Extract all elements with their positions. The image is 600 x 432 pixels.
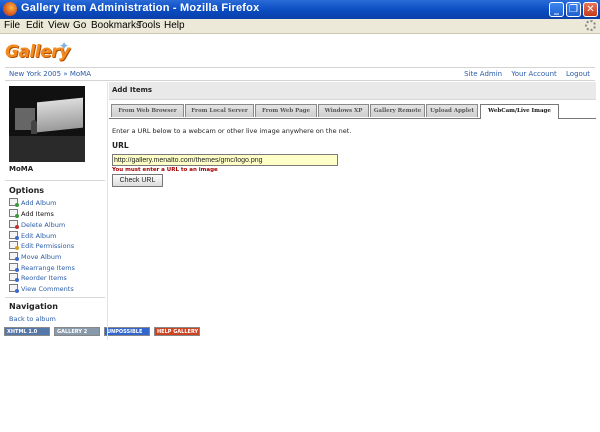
tab-windows-xp[interactable]: Windows XP <box>318 104 369 117</box>
option-add-album[interactable]: Add Album <box>9 198 56 208</box>
option-label: Move Album <box>21 253 62 261</box>
menu-tools[interactable]: Tools <box>137 20 160 31</box>
window-title-bar: Gallery Item Administration - Mozilla Fi… <box>0 0 600 19</box>
window-title: Gallery Item Administration - Mozilla Fi… <box>21 2 260 14</box>
column-divider <box>107 82 108 340</box>
add-items-icon <box>9 209 19 218</box>
gallery-logo[interactable]: Gallery ✦ <box>5 39 70 66</box>
option-label: Add Album <box>21 199 57 207</box>
option-label: View Comments <box>21 285 74 293</box>
your-account-link[interactable]: Your Account <box>511 70 556 78</box>
options-heading: Options <box>9 186 45 195</box>
tab-webcam-live-image[interactable]: WebCam/Live Image <box>480 104 559 119</box>
option-label: Add Items <box>21 210 54 218</box>
menu-file[interactable]: File <box>4 20 20 31</box>
page-title: Add Items <box>112 86 153 94</box>
logout-link[interactable]: Logout <box>566 70 590 78</box>
delete-album-icon <box>9 220 19 229</box>
badge-gallery[interactable]: GALLERY 2 <box>54 327 100 336</box>
breadcrumb: New York 2005 » MoMA <box>9 70 91 78</box>
back-to-album-link[interactable]: Back to album <box>9 315 56 323</box>
maximize-button[interactable]: ❐ <box>566 2 581 17</box>
tab-bar: From Web Browser From Local Server From … <box>109 104 596 119</box>
main-header: Add Items <box>109 82 596 100</box>
firefox-icon <box>3 2 17 16</box>
breadcrumb-album-link[interactable]: New York 2005 <box>9 70 61 78</box>
breadcrumb-separator: » <box>63 70 68 78</box>
divider <box>5 297 105 298</box>
option-view-comments[interactable]: View Comments <box>9 284 74 294</box>
tab-from-web-browser[interactable]: From Web Browser <box>111 104 184 117</box>
breadcrumb-current[interactable]: MoMA <box>70 70 91 78</box>
option-delete-album[interactable]: Delete Album <box>9 220 65 230</box>
close-button[interactable]: ✕ <box>583 2 598 17</box>
option-label: Delete Album <box>21 221 66 229</box>
view-comments-icon <box>9 284 19 293</box>
thumbnail-detail <box>31 120 37 134</box>
reorder-items-icon <box>9 273 19 282</box>
divider <box>5 80 595 81</box>
edit-album-icon <box>9 231 19 240</box>
option-reorder-items[interactable]: Reorder Items <box>9 273 67 283</box>
move-album-icon <box>9 252 19 261</box>
url-input[interactable] <box>112 154 338 166</box>
menu-help[interactable]: Help <box>164 20 185 31</box>
add-album-icon <box>9 198 19 207</box>
option-label: Reorder Items <box>21 274 67 282</box>
sparkle-icon: ✦ <box>59 39 70 53</box>
album-thumbnail[interactable] <box>9 86 85 162</box>
option-move-album[interactable]: Move Album <box>9 252 61 262</box>
site-admin-link[interactable]: Site Admin <box>464 70 502 78</box>
tab-upload-applet[interactable]: Upload Applet <box>426 104 478 117</box>
instruction-text: Enter a URL below to a webcam or other l… <box>112 127 352 135</box>
menu-bar: File Edit View Go Bookmarks Tools Help <box>0 19 600 34</box>
option-edit-album[interactable]: Edit Album <box>9 231 56 241</box>
rearrange-items-icon <box>9 263 19 272</box>
menu-go[interactable]: Go <box>73 20 86 31</box>
tab-gallery-remote[interactable]: Gallery Remote <box>370 104 425 117</box>
edit-permissions-icon <box>9 241 19 250</box>
tab-from-local-server[interactable]: From Local Server <box>185 104 254 117</box>
option-add-items[interactable]: Add Items <box>9 209 54 219</box>
badge-unpossible[interactable]: UNPOSSIBLE <box>104 327 150 336</box>
badge-xhtml[interactable]: XHTML 1.0 <box>4 327 50 336</box>
option-label: Edit Permissions <box>21 242 75 250</box>
option-edit-permissions[interactable]: Edit Permissions <box>9 241 74 251</box>
check-url-button[interactable]: Check URL <box>112 174 163 187</box>
menu-view[interactable]: View <box>48 20 70 31</box>
option-rearrange-items[interactable]: Rearrange Items <box>9 263 75 273</box>
minimize-button[interactable]: _ <box>549 2 564 17</box>
url-label: URL <box>112 141 129 150</box>
error-message: You must enter a URL to an image <box>112 167 218 173</box>
divider <box>5 67 595 68</box>
thumbnail-detail <box>37 97 83 133</box>
option-label: Edit Album <box>21 232 57 240</box>
thumbnail-caption: MoMA <box>9 165 34 173</box>
menu-edit[interactable]: Edit <box>26 20 43 31</box>
top-links: Site Admin Your Account Logout <box>457 70 590 78</box>
tab-from-web-page[interactable]: From Web Page <box>255 104 317 117</box>
badge-help[interactable]: HELP GALLERY <box>154 327 200 336</box>
option-label: Rearrange Items <box>21 264 75 272</box>
navigation-heading: Navigation <box>9 302 58 311</box>
throbber-icon <box>585 20 596 31</box>
menu-bookmarks[interactable]: Bookmarks <box>91 20 141 31</box>
divider <box>5 180 105 181</box>
thumbnail-detail <box>9 136 85 162</box>
